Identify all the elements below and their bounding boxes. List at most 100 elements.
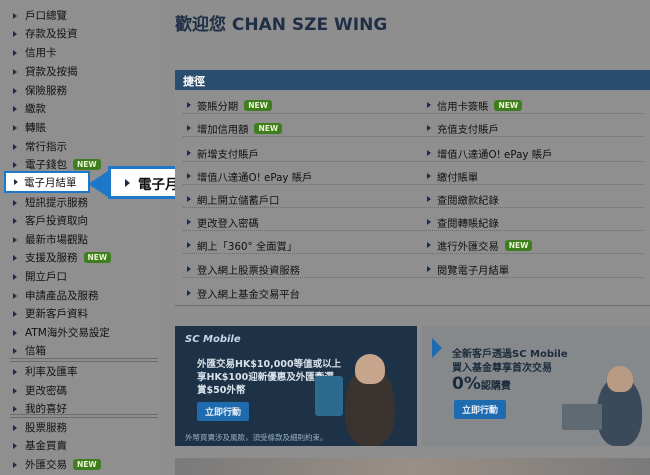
quicklink-label: 網上「360° 全面賞」: [197, 240, 298, 253]
sidebar-item[interactable]: 貸款及按揭: [0, 62, 158, 81]
quicklink-item[interactable]: 新增支付賬戶: [187, 145, 259, 161]
quicklink-label: 更改登入密碼: [197, 217, 259, 230]
banner-fund-rate: 0%認購費: [452, 374, 511, 397]
sidebar-item[interactable]: 外匯交易 NEW: [0, 455, 158, 474]
banner-fund-cta-button[interactable]: 立即行動: [454, 400, 507, 419]
arrow-right-icon: [187, 173, 191, 179]
sidebar-item[interactable]: 戶口總覽: [0, 6, 158, 25]
arrow-right-icon: [13, 236, 17, 243]
sidebar-item-label: 電子錢包: [25, 159, 67, 171]
promo-banner-fx[interactable]: SC Mobile 外匯交易HK$10,000等值或以上 享HK$100迎新優惠…: [175, 326, 417, 446]
quicklink-label: 閱覽電子月結單: [437, 264, 510, 277]
sidebar-item[interactable]: 保險服務: [0, 81, 158, 100]
new-badge: NEW: [254, 122, 283, 134]
quicklink-item[interactable]: 增加信用額 NEW: [187, 120, 283, 136]
sidebar-item[interactable]: 更新客戶資料: [0, 304, 158, 323]
arrow-right-icon: [427, 150, 431, 156]
sidebar-item[interactable]: 股票服務: [0, 417, 158, 437]
quicklink-label: 增值八達通O! ePay 賬戶: [437, 148, 553, 161]
quicklink-item[interactable]: 查閱繳款紀錄: [427, 191, 499, 207]
banner-fund-rate-suffix: 認購費: [480, 381, 511, 392]
sidebar-item-label: 存款及投資: [25, 28, 78, 40]
sidebar-item[interactable]: 常行指示: [0, 137, 158, 156]
quicklink-item[interactable]: 充值支付賬戶: [427, 120, 499, 136]
arrow-right-icon: [13, 87, 17, 94]
arrow-right-icon: [13, 405, 17, 412]
arrow-right-icon: [187, 290, 191, 296]
new-badge: NEW: [73, 459, 101, 470]
arrow-right-icon: [13, 347, 17, 354]
quicklink-item[interactable]: 信用卡簽賬 NEW: [427, 97, 523, 113]
sidebar-divider: [10, 414, 158, 415]
quicklink-item[interactable]: 登入網上基金交易平台: [187, 285, 300, 301]
new-badge: NEW: [83, 252, 112, 263]
sc-mobile-tag: SC Mobile: [185, 334, 241, 345]
sidebar-item-label: 信箱: [25, 345, 46, 357]
quicklink-item[interactable]: 網上「360° 全面賞」: [187, 237, 297, 253]
quicklinks-divider: [183, 253, 643, 254]
quicklink-item[interactable]: 進行外匯交易 NEW: [427, 237, 533, 253]
banner-phone-image: [315, 376, 343, 416]
arrow-right-icon: [13, 292, 17, 299]
sidebar-item[interactable]: 存款及投資: [0, 24, 158, 43]
sidebar-item-label: 貸款及按揭: [25, 66, 78, 78]
sidebar-item[interactable]: 客戶投資取向: [0, 211, 158, 230]
arrow-right-icon: [427, 242, 431, 248]
arrow-right-icon: [13, 30, 17, 37]
banner-fx-cta-button[interactable]: 立即行動: [197, 402, 250, 421]
quicklink-item[interactable]: 查閱轉賬紀錄: [427, 214, 499, 230]
banner-fund-person-face-image: [607, 366, 633, 392]
arrow-right-icon: [427, 125, 431, 131]
sidebar-item[interactable]: ATM海外交易設定: [0, 323, 158, 342]
sidebar-item[interactable]: 申請產品及服務: [0, 286, 158, 305]
sidebar-item-label: 繳款: [25, 103, 46, 115]
arrow-right-icon: [13, 442, 17, 449]
sidebar-item[interactable]: 繳款: [0, 99, 158, 118]
sidebar-item-label: 戶口總覽: [25, 10, 67, 22]
promo-banner-fund[interactable]: 全新客戶透過SC Mobile 買入基金尊享首次交易 0%認購費 立即行動: [422, 326, 650, 446]
new-badge: NEW: [73, 159, 101, 170]
arrow-right-icon: [187, 196, 191, 202]
quicklink-label: 查閱繳款紀錄: [437, 194, 499, 207]
sidebar-item-label: 保險服務: [25, 85, 67, 97]
quicklink-item[interactable]: 閱覽電子月結單: [427, 261, 509, 277]
sidebar-item[interactable]: 利率及匯率: [0, 361, 158, 381]
quicklinks-panel: 捷徑 簽賬分期 NEW 增加信用額 NEW 新增支付賬戶 增值八達通O! ePay 賬戶網…: [175, 70, 650, 306]
sidebar-item[interactable]: 支援及服務 NEW: [0, 248, 158, 267]
sidebar-item-label: 電子月結單: [24, 176, 77, 189]
sidebar-item-e-statement-highlighted[interactable]: 電子月結單: [4, 171, 90, 193]
quicklink-item[interactable]: 網上開立儲蓄戶口: [187, 191, 279, 207]
quicklinks-header: 捷徑: [175, 70, 650, 90]
quicklink-label: 查閱轉賬紀錄: [437, 217, 499, 230]
sidebar-item[interactable]: 最新市場觀點: [0, 230, 158, 249]
quicklink-item[interactable]: 增值八達通O! ePay 賬戶: [187, 168, 312, 184]
sidebar-item[interactable]: 信用卡: [0, 43, 158, 62]
banner-laptop-image: [562, 404, 602, 430]
arrow-right-icon: [13, 387, 17, 394]
sidebar-item[interactable]: 我的喜好: [0, 399, 158, 418]
sidebar-item[interactable]: 轉賬: [0, 118, 158, 137]
quicklink-item[interactable]: 更改登入密碼: [187, 214, 259, 230]
quicklinks-divider: [183, 207, 643, 208]
sidebar-item-label: 更新客戶資料: [25, 308, 88, 320]
arrow-right-icon: [13, 424, 17, 431]
arrow-right-icon: [427, 219, 431, 225]
sidebar-item-label: 股票服務: [25, 422, 67, 434]
arrow-right-icon: [187, 219, 191, 225]
callout-pointer-icon: [88, 171, 108, 197]
sidebar-item[interactable]: 更改密碼: [0, 381, 158, 400]
quicklinks-divider: [183, 113, 643, 114]
quicklink-item[interactable]: 登入網上股票投資服務: [187, 261, 300, 277]
arrow-right-icon: [13, 368, 17, 375]
quicklink-item[interactable]: 簽賬分期 NEW: [187, 97, 272, 113]
quicklink-item[interactable]: 增值八達通O! ePay 賬戶: [427, 145, 552, 161]
arrow-right-icon: [187, 266, 191, 272]
quicklinks-divider: [183, 136, 643, 137]
arrow-right-icon: [187, 125, 191, 131]
new-badge: NEW: [494, 99, 523, 111]
arrow-right-icon: [427, 102, 431, 108]
quicklink-item[interactable]: 繳付賬單: [427, 168, 478, 184]
sidebar-item-label: 常行指示: [25, 141, 67, 153]
sidebar-item[interactable]: 開立戶口: [0, 267, 158, 286]
sidebar-item[interactable]: 基金買賣: [0, 436, 158, 455]
